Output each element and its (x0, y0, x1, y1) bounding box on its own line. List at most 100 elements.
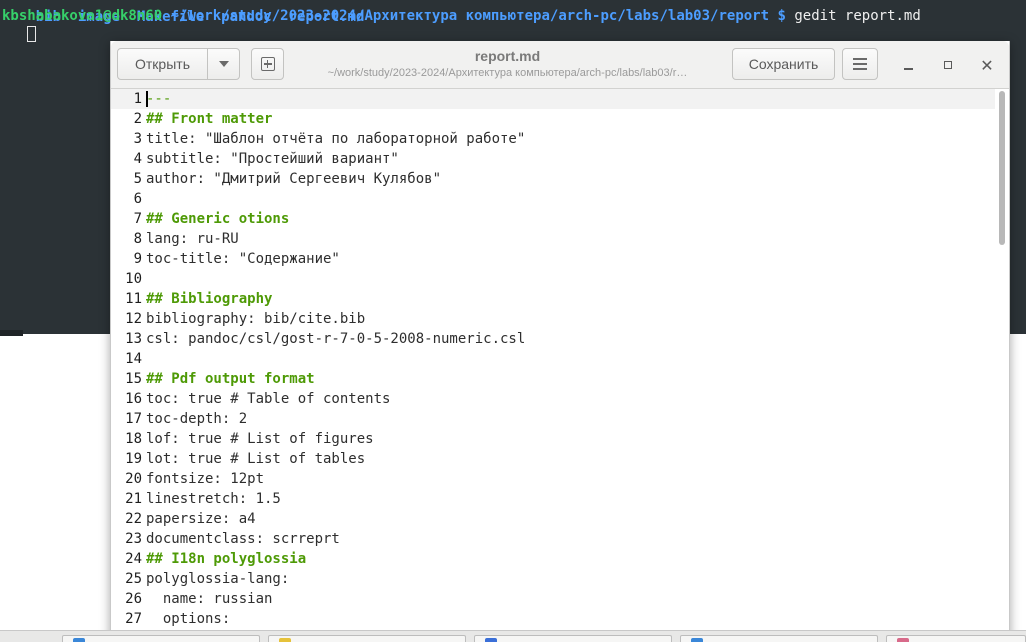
terminal-cwd: ~/work/study/2023-2024/Архитектура компь… (170, 8, 770, 24)
line-text: bibliography: bib/cite.bib (146, 311, 366, 327)
line-number: 12 (125, 311, 142, 327)
line-text: title: "Шаблон отчёта по лабораторной ра… (146, 131, 526, 147)
line-number: 21 (125, 491, 142, 507)
terminal-user-host: kbshabakova1@dk8n60 (2, 8, 163, 24)
line-text: papersize: a4 (146, 511, 256, 527)
app-icon (897, 638, 909, 642)
window-title: report.md (474, 48, 541, 64)
taskbar-window-button[interactable] (886, 635, 1026, 642)
save-button[interactable]: Сохранить (732, 48, 835, 80)
line-number: 3 (133, 131, 142, 147)
editor-line[interactable]: 3 title: "Шаблон отчёта по лабораторной р… (111, 129, 995, 149)
editor-line[interactable]: 1 --- (111, 89, 995, 109)
line-text: --- (146, 91, 172, 107)
line-text: ## Pdf output format (146, 371, 315, 387)
line-text: name: russian (146, 591, 273, 607)
line-number: 26 (125, 591, 142, 607)
terminal-command: gedit report.md (794, 8, 921, 24)
terminal-cursor (27, 26, 36, 42)
close-icon: ✕ (980, 55, 994, 75)
editor-line[interactable]: 8 lang: ru-RU (111, 229, 995, 249)
taskbar-window-button[interactable] (268, 635, 466, 642)
line-number: 1 (133, 91, 142, 107)
line-number: 15 (125, 371, 142, 387)
editor-line[interactable]: 20 fontsize: 12pt (111, 469, 995, 489)
vertical-scrollbar[interactable] (997, 91, 1007, 642)
line-number: 10 (125, 271, 142, 287)
line-text: documentclass: scrreprt (146, 531, 340, 547)
app-icon (691, 638, 703, 642)
taskbar-window-button[interactable] (62, 635, 260, 642)
line-text: ## Generic otions (146, 211, 290, 227)
editor-line[interactable]: 23 documentclass: scrreprt (111, 529, 995, 549)
maximize-button[interactable] (938, 55, 958, 75)
line-number: 11 (125, 291, 142, 307)
hamburger-menu-icon (853, 58, 867, 70)
editor-line[interactable]: 6 (111, 189, 995, 209)
line-number: 14 (125, 351, 142, 367)
line-text: options: (146, 611, 231, 627)
terminal-prompt: kbshabakova1@dk8n60 ~/work/study/2023-20… (2, 7, 921, 25)
line-text: lof: true # List of figures (146, 431, 374, 447)
window-title-block: report.md ~/work/study/2023-2024/Архитек… (301, 47, 714, 81)
text-cursor (146, 91, 148, 107)
editor-line[interactable]: 22 papersize: a4 (111, 509, 995, 529)
line-text: author: "Дмитрий Сергеевич Кулябов" (146, 171, 442, 187)
line-text: lang: ru-RU (146, 231, 239, 247)
minimize-button[interactable] (898, 55, 918, 75)
editor-line[interactable]: 13 csl: pandoc/csl/gost-r-7-0-5-2008-nume… (111, 329, 995, 349)
line-text: linestretch: 1.5 (146, 491, 281, 507)
line-number: 18 (125, 431, 142, 447)
main-menu-button[interactable] (842, 48, 878, 80)
minimize-icon (903, 68, 913, 70)
line-number: 24 (125, 551, 142, 567)
editor-line[interactable]: 19 lot: true # List of tables (111, 449, 995, 469)
gedit-window[interactable]: Открыть report.md ~/work/study/2023-2024… (110, 41, 1010, 642)
editor-line[interactable]: 7 ## Generic otions (111, 209, 995, 229)
terminal-prompt-symbol: $ (777, 8, 786, 24)
line-number: 6 (133, 191, 142, 207)
editor-line[interactable]: 2 ## Front matter (111, 109, 995, 129)
line-text: toc-title: "Содержание" (146, 251, 340, 267)
terminal-edge (1010, 41, 1026, 334)
editor-line[interactable]: 14 (111, 349, 995, 369)
text-editor[interactable]: 1 --- 2 ## Front matter 3 title: "Шаблон отчё… (111, 89, 995, 642)
editor-line[interactable]: 4 subtitle: "Простейший вариант" (111, 149, 995, 169)
line-number: 27 (125, 611, 142, 627)
line-text: toc: true # Table of contents (146, 391, 391, 407)
open-button[interactable]: Открыть (117, 48, 208, 80)
line-number: 17 (125, 411, 142, 427)
editor-line[interactable]: 15 ## Pdf output format (111, 369, 995, 389)
line-text: subtitle: "Простейший вариант" (146, 151, 399, 167)
close-button[interactable]: ✕ (977, 55, 997, 75)
line-text: toc-depth: 2 (146, 411, 248, 427)
open-menu-button[interactable] (207, 48, 240, 80)
taskbar-window-button[interactable] (474, 635, 672, 642)
editor-line[interactable]: 11 ## Bibliography (111, 289, 995, 309)
line-number: 2 (133, 111, 142, 127)
new-tab-button[interactable] (251, 48, 284, 80)
line-number: 7 (133, 211, 142, 227)
line-number: 13 (125, 331, 142, 347)
editor-line[interactable]: 18 lof: true # List of figures (111, 429, 995, 449)
line-number: 8 (133, 231, 142, 247)
editor-line[interactable]: 27 options: (111, 609, 995, 629)
line-number: 5 (133, 171, 142, 187)
editor-line[interactable]: 5 author: "Дмитрий Сергеевич Кулябов" (111, 169, 995, 189)
chevron-down-icon (218, 61, 229, 67)
editor-line[interactable]: 10 (111, 269, 995, 289)
line-text: fontsize: 12pt (146, 471, 265, 487)
editor-line[interactable]: 21 linestretch: 1.5 (111, 489, 995, 509)
editor-line[interactable]: 17 toc-depth: 2 (111, 409, 995, 429)
line-number: 19 (125, 451, 142, 467)
line-text: lot: true # List of tables (146, 451, 366, 467)
editor-line[interactable]: 16 toc: true # Table of contents (111, 389, 995, 409)
line-number: 23 (125, 531, 142, 547)
editor-line[interactable]: 25 polyglossia-lang: (111, 569, 995, 589)
taskbar-window-button[interactable] (680, 635, 878, 642)
scrollbar-thumb[interactable] (999, 91, 1005, 245)
editor-line[interactable]: 12 bibliography: bib/cite.bib (111, 309, 995, 329)
editor-line[interactable]: 26 name: russian (111, 589, 995, 609)
editor-line[interactable]: 24 ## I18n polyglossia (111, 549, 995, 569)
editor-line[interactable]: 9 toc-title: "Содержание" (111, 249, 995, 269)
